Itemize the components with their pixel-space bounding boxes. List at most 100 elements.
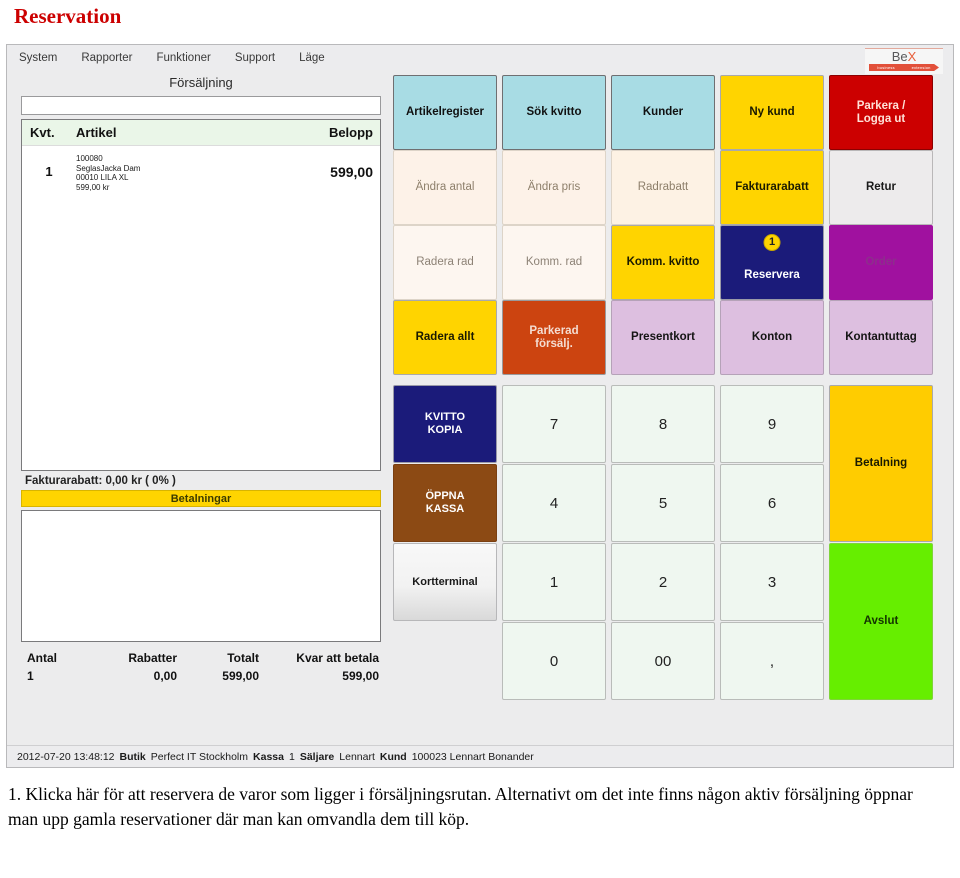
function-button-betalning[interactable]: Betalning xyxy=(829,385,933,542)
keypad-key-6[interactable]: 6 xyxy=(720,464,824,542)
button-label: Ändra pris xyxy=(527,181,581,193)
total-kvar-label: Kvar att betala xyxy=(296,651,379,665)
keypad-key-2[interactable]: 2 xyxy=(611,543,715,621)
keypad-key-5[interactable]: 5 xyxy=(611,464,715,542)
status-seller-value: Lennart xyxy=(339,750,375,763)
function-button-artikelregister[interactable]: Artikelregister xyxy=(393,75,497,150)
button-label: Radera rad xyxy=(416,256,474,268)
keypad-key-9[interactable]: 9 xyxy=(720,385,824,463)
button-label: 6 xyxy=(767,494,777,512)
status-store-value: Perfect IT Stockholm xyxy=(150,750,249,763)
status-seller-label: Säljare xyxy=(299,750,335,763)
function-button-reservera[interactable]: 1 Reservera xyxy=(720,225,824,300)
button-label: KVITTO KOPIA xyxy=(424,411,466,436)
button-label: 3 xyxy=(767,573,777,591)
article-scan-field[interactable] xyxy=(21,96,381,116)
bex-logo: BeX business extension xyxy=(865,48,943,74)
cell-belopp: 599,00 xyxy=(330,164,373,180)
function-button-retur[interactable]: Retur xyxy=(829,150,933,225)
button-label: Parkerad försälj. xyxy=(529,324,579,350)
function-button-komm-kvitto[interactable]: Komm. kvitto xyxy=(611,225,715,300)
total-rabatter: Rabatter 0,00 xyxy=(81,651,177,683)
total-antal: Antal 1 xyxy=(21,651,81,683)
keypad-key-3[interactable]: 3 xyxy=(720,543,824,621)
keypad-key-4[interactable]: 4 xyxy=(502,464,606,542)
button-label: 5 xyxy=(658,494,668,512)
function-button-sok-kvitto[interactable]: Sök kvitto xyxy=(502,75,606,150)
button-label: 0 xyxy=(549,652,559,670)
function-button-kvitto-kopia[interactable]: KVITTO KOPIA xyxy=(393,385,497,463)
statusbar: 2012-07-20 13:48:12 Butik Perfect IT Sto… xyxy=(7,745,953,767)
column-header-artikel: Artikel xyxy=(76,125,117,140)
button-label: ÖPPNA KASSA xyxy=(425,490,465,515)
function-button-radera-allt[interactable]: Radera allt xyxy=(393,300,497,375)
keypad-key-1[interactable]: 1 xyxy=(502,543,606,621)
function-button-kunder[interactable]: Kunder xyxy=(611,75,715,150)
status-customer-label: Kund xyxy=(379,750,407,763)
function-button-konton[interactable]: Konton xyxy=(720,300,824,375)
menu-item-lage[interactable]: Läge xyxy=(299,52,325,64)
logo-tagline-arrow: business extension xyxy=(869,64,939,71)
button-label: Sök kvitto xyxy=(526,106,582,118)
button-label: Kontantuttag xyxy=(845,331,917,343)
status-timestamp: 2012-07-20 13:48:12 xyxy=(17,750,115,763)
function-button-andra-antal[interactable]: Ändra antal xyxy=(393,150,497,225)
button-label: 4 xyxy=(549,494,559,512)
article-name: SeglasJacka Dam xyxy=(76,163,141,173)
function-button-parkerad-forsalj[interactable]: Parkerad försälj. xyxy=(502,300,606,375)
button-label: Artikelregister xyxy=(406,106,484,118)
step-badge-1: 1 xyxy=(763,234,781,251)
total-totalt-value: 599,00 xyxy=(222,669,259,683)
button-label: Betalning xyxy=(854,457,908,469)
button-label: Ändra antal xyxy=(415,181,475,193)
function-button-komm-rad[interactable]: Komm. rad xyxy=(502,225,606,300)
button-label: Radrabatt xyxy=(637,181,689,193)
logo-text-x: X xyxy=(907,49,917,64)
sale-totals-footer: Antal 1 Rabatter 0,00 Totalt 599,00 Kvar… xyxy=(21,651,381,683)
menubar: System Rapporter Funktioner Support Läge… xyxy=(7,45,953,74)
function-button-fakturarabatt[interactable]: Fakturarabatt xyxy=(720,150,824,225)
button-label: 1 xyxy=(549,573,559,591)
article-scan-input[interactable] xyxy=(22,98,380,116)
pos-application-window: System Rapporter Funktioner Support Läge… xyxy=(6,44,954,768)
menu-item-rapporter[interactable]: Rapporter xyxy=(81,52,132,64)
keypad-key-7[interactable]: 7 xyxy=(502,385,606,463)
function-button-avslut[interactable]: Avslut xyxy=(829,543,933,700)
function-button-order[interactable]: Order xyxy=(829,225,933,300)
function-button-parkera-logga-ut[interactable]: Parkera / Logga ut xyxy=(829,75,933,150)
cell-kvt: 1 xyxy=(45,164,53,179)
logo-text-be: Be xyxy=(891,49,908,64)
keypad-key-comma[interactable]: , xyxy=(720,622,824,700)
keypad-key-00[interactable]: 00 xyxy=(611,622,715,700)
function-button-radrabatt[interactable]: Radrabatt xyxy=(611,150,715,225)
function-button-oppna-kassa[interactable]: ÖPPNA KASSA xyxy=(393,464,497,542)
menu-item-funktioner[interactable]: Funktioner xyxy=(156,52,210,64)
article-unit-price: 599,00 kr xyxy=(76,182,110,192)
function-button-kortterminal[interactable]: Kortterminal xyxy=(393,543,497,621)
function-button-presentkort[interactable]: Presentkort xyxy=(611,300,715,375)
logo-tagline-1: business xyxy=(877,65,895,70)
button-label: , xyxy=(769,652,775,670)
button-label: Ny kund xyxy=(749,106,795,118)
function-button-radera-rad[interactable]: Radera rad xyxy=(393,225,497,300)
keypad-key-8[interactable]: 8 xyxy=(611,385,715,463)
table-row[interactable]: 1 100080 SeglasJacka Dam 00010 LILA XL 5… xyxy=(22,146,380,192)
total-rabatter-value: 0,00 xyxy=(153,669,177,683)
keypad-key-0[interactable]: 0 xyxy=(502,622,606,700)
function-button-ny-kund[interactable]: Ny kund xyxy=(720,75,824,150)
button-label: Fakturarabatt xyxy=(735,181,809,193)
menu-item-support[interactable]: Support xyxy=(235,52,275,64)
payments-list[interactable] xyxy=(21,510,381,642)
function-button-kontantuttag[interactable]: Kontantuttag xyxy=(829,300,933,375)
button-label: Kunder xyxy=(642,106,684,118)
button-label: Konton xyxy=(751,331,793,343)
menu-item-system[interactable]: System xyxy=(19,52,57,64)
status-register-label: Kassa xyxy=(253,750,284,763)
column-header-kvt: Kvt. xyxy=(30,125,55,140)
button-label: Kortterminal xyxy=(412,575,478,588)
logo-tagline-2: extension xyxy=(911,65,931,70)
function-button-andra-pris[interactable]: Ändra pris xyxy=(502,150,606,225)
button-label: Retur xyxy=(865,181,897,193)
button-label: Parkera / Logga ut xyxy=(856,99,906,125)
button-label: 7 xyxy=(549,415,559,433)
